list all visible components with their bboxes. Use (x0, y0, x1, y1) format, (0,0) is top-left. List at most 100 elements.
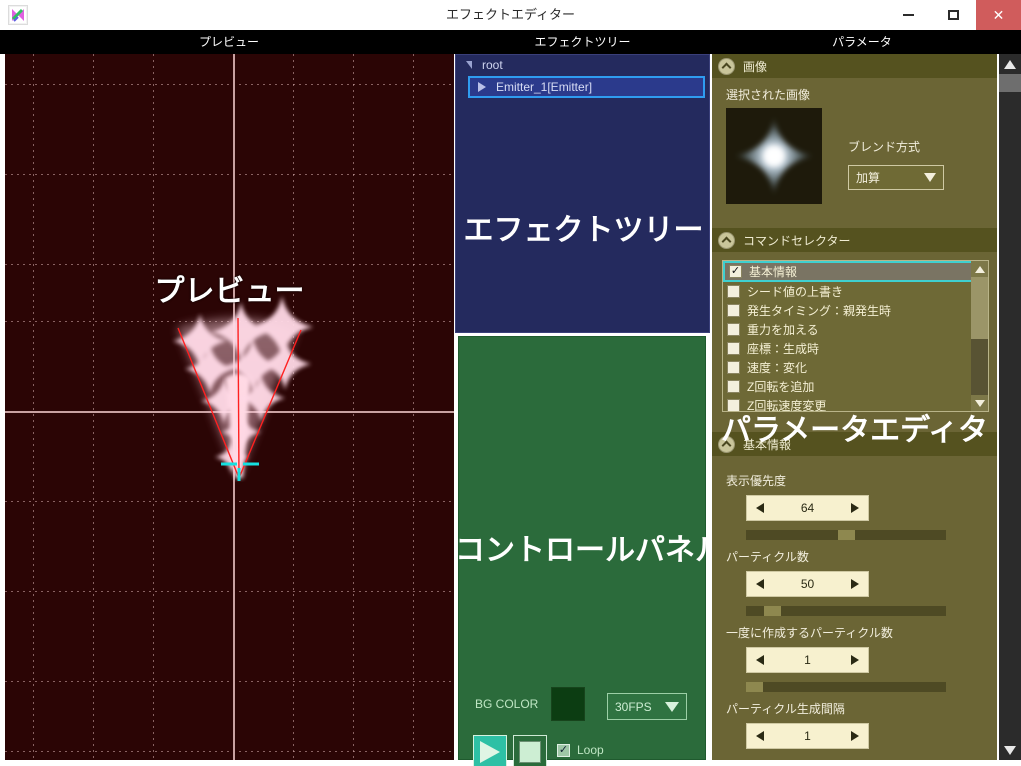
scroll-up-button[interactable] (971, 261, 988, 277)
stepper-increment-icon[interactable] (851, 655, 859, 665)
command-list-item[interactable]: 座標：生成時 (723, 339, 988, 358)
command-checkbox[interactable] (727, 323, 740, 336)
param-value: 50 (800, 577, 815, 591)
header-parameter: パラメータ (832, 35, 892, 49)
slider-knob[interactable] (746, 682, 763, 692)
title-bar: エフェクトエディター ✕ (0, 0, 1021, 30)
command-list-item[interactable]: シード値の上書き (723, 282, 988, 301)
selected-image-thumbnail[interactable] (726, 108, 822, 204)
stepper-decrement-icon[interactable] (756, 731, 764, 741)
command-list-item[interactable]: 発生タイミング：親発生時 (723, 301, 988, 320)
minimize-icon (903, 14, 914, 16)
close-button[interactable]: ✕ (976, 0, 1021, 30)
loop-checkbox-row[interactable]: ✓ Loop (557, 743, 604, 757)
command-checkbox[interactable] (727, 285, 740, 298)
effect-tree-panel[interactable]: root Emitter_1[Emitter] エフェクトツリー (455, 54, 710, 333)
stop-button[interactable] (513, 735, 547, 766)
scrollbar-thumb[interactable] (971, 277, 988, 339)
command-checkbox[interactable] (727, 380, 740, 393)
command-checkbox[interactable] (727, 342, 740, 355)
loop-checkbox[interactable]: ✓ (557, 743, 570, 757)
section-header-image[interactable]: 画像 (712, 54, 997, 78)
minimize-button[interactable] (886, 0, 931, 30)
section-body-image: 選択された画像 ブレンド方式 加算 (712, 78, 997, 228)
stepper-decrement-icon[interactable] (756, 579, 764, 589)
window-title: エフェクトエディター (445, 7, 576, 22)
param-stepper[interactable]: 1 (746, 647, 869, 673)
command-checkbox[interactable]: ✓ (729, 265, 742, 278)
stepper-increment-icon[interactable] (851, 731, 859, 741)
chevron-down-icon (924, 173, 936, 182)
param-label: 一度に作成するパーティクル数 (726, 626, 893, 640)
control-panel-overlay-label: コントロールパネル (455, 534, 725, 567)
stepper-increment-icon[interactable] (850, 579, 859, 589)
stepper-decrement-icon[interactable] (756, 503, 764, 513)
section-body-command-selector: ✓ 基本情報 シード値の上書き 発生タイミング：親発生時 重力を加える 座標：生… (712, 252, 997, 432)
bg-color-label: BG COLOR (475, 697, 539, 711)
param-slider[interactable] (746, 530, 946, 540)
triangle-right-icon[interactable] (478, 82, 486, 92)
close-icon: ✕ (992, 7, 1005, 23)
command-label: シード値の上書き (747, 285, 844, 299)
blend-mode-dropdown[interactable]: 加算 (848, 165, 944, 190)
chevron-up-icon[interactable] (718, 435, 735, 453)
particle-effect (125, 282, 365, 482)
command-list-item[interactable]: ✓ 基本情報 (723, 261, 988, 282)
triangle-down-icon[interactable] (466, 61, 472, 69)
main-scrollbar[interactable] (999, 54, 1021, 760)
chevron-down-icon (665, 701, 679, 712)
pane-headers: プレビュー エフェクトツリー パラメータ (0, 30, 1021, 54)
fps-value: 30FPS (615, 699, 652, 714)
command-list-item[interactable]: Z回転を追加 (723, 377, 988, 396)
loop-label: Loop (577, 743, 604, 757)
bg-color-swatch[interactable] (551, 687, 585, 721)
command-list[interactable]: ✓ 基本情報 シード値の上書き 発生タイミング：親発生時 重力を加える 座標：生… (722, 260, 989, 412)
command-checkbox[interactable] (727, 361, 740, 374)
param-stepper[interactable]: 50 (746, 571, 869, 597)
chevron-up-icon[interactable] (718, 231, 735, 249)
chevron-up-icon[interactable] (718, 57, 735, 75)
header-preview: プレビュー (198, 35, 259, 49)
param-value: 1 (804, 729, 811, 743)
tree-item-root[interactable]: root (456, 55, 709, 75)
stepper-increment-icon[interactable] (850, 503, 859, 513)
fps-dropdown[interactable]: 30FPS (607, 693, 687, 720)
command-list-item[interactable]: 速度：変化 (723, 358, 988, 377)
section-title: 基本情報 (743, 437, 792, 452)
preview-canvas[interactable]: プレビュー (5, 54, 454, 760)
section-header-basic-info[interactable]: 基本情報 (712, 432, 997, 456)
section-header-command-selector[interactable]: コマンドセレクター (712, 228, 997, 252)
command-label: 速度：変化 (747, 361, 808, 375)
play-button[interactable] (473, 735, 507, 766)
scroll-down-button[interactable] (999, 740, 1021, 760)
maximize-button[interactable] (931, 0, 976, 30)
param-slider[interactable] (746, 606, 946, 616)
slider-knob[interactable] (838, 530, 855, 540)
command-label: 発生タイミング：親発生時 (747, 304, 892, 318)
preview-overlay-label: プレビュー (154, 275, 305, 308)
play-icon (480, 741, 500, 763)
param-slider[interactable] (746, 682, 946, 692)
slider-knob[interactable] (764, 606, 781, 616)
param-value: 64 (800, 501, 815, 515)
param-stepper[interactable]: 1 (746, 723, 869, 749)
maximize-icon (948, 10, 959, 20)
scroll-down-button[interactable] (971, 395, 988, 411)
tree-item-label: Emitter_1[Emitter] (496, 80, 593, 94)
section-title: コマンドセレクター (743, 233, 851, 248)
param-stepper[interactable]: 64 (746, 495, 869, 521)
command-list-item[interactable]: Z回転速度変更 (723, 396, 988, 411)
command-checkbox[interactable] (727, 399, 740, 411)
section-body-basic-info: 表示優先度 64 パーティクル数 50 一度に作成するパーティクル数 1 パーテ… (712, 456, 997, 760)
command-list-scrollbar[interactable] (971, 261, 988, 411)
effect-tree-overlay-label: エフェクトツリー (463, 214, 704, 247)
command-list-item[interactable]: 重力を加える (723, 320, 988, 339)
stepper-decrement-icon[interactable] (756, 655, 764, 665)
selected-image-label: 選択された画像 (726, 88, 811, 102)
scroll-up-icon (1004, 59, 1016, 69)
command-checkbox[interactable] (727, 304, 740, 317)
main-scrollbar-thumb[interactable] (999, 74, 1021, 92)
scroll-up-button[interactable] (999, 54, 1021, 74)
tree-item-emitter[interactable]: Emitter_1[Emitter] (468, 76, 705, 98)
scroll-up-icon (974, 265, 985, 273)
